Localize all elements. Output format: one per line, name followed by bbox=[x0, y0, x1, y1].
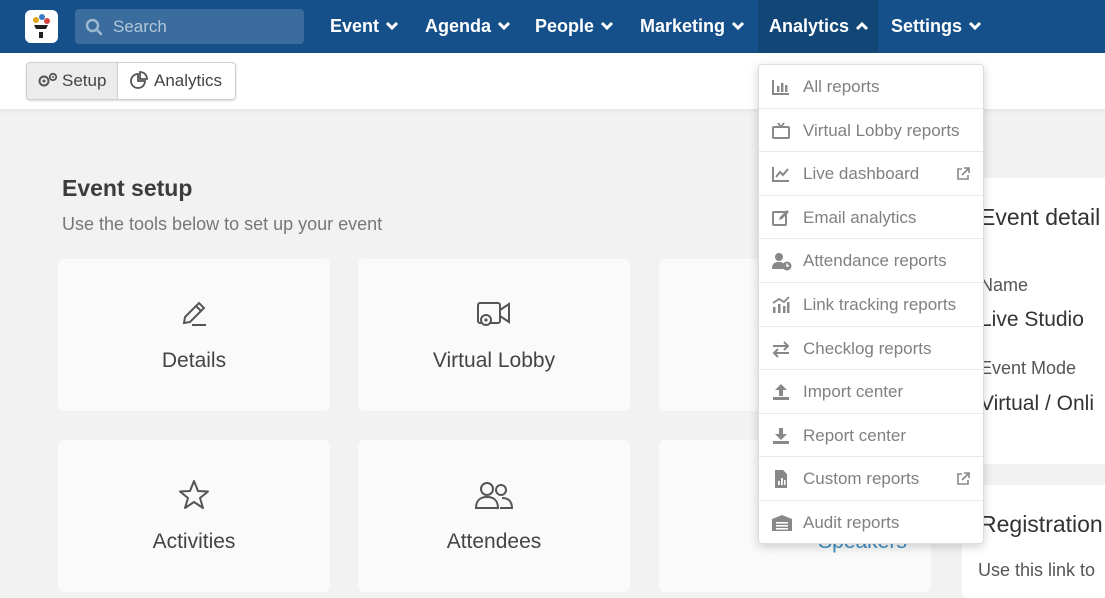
view-toggle: Setup Analytics bbox=[26, 62, 236, 100]
chevron-down-icon bbox=[600, 21, 614, 30]
menu-item-audit-reports[interactable]: Audit reports bbox=[759, 501, 983, 545]
edit-icon bbox=[771, 208, 791, 228]
search-icon bbox=[85, 18, 103, 41]
chart-line-bars-icon bbox=[771, 295, 791, 315]
chevron-down-icon bbox=[731, 21, 745, 30]
name-label: Name bbox=[980, 275, 1029, 295]
download-icon bbox=[771, 426, 791, 446]
menu-item-attendance-reports[interactable]: Attendance reports bbox=[759, 239, 983, 283]
nav-agenda-label: Agenda bbox=[425, 16, 492, 36]
app-logo[interactable] bbox=[25, 10, 58, 43]
nav-event-label: Event bbox=[330, 16, 380, 36]
menu-item-email-analytics[interactable]: Email analytics bbox=[759, 196, 983, 240]
nav-people[interactable]: People bbox=[535, 0, 614, 53]
registration-text: Use this link to bbox=[978, 560, 1096, 580]
menu-item-label: Checklog reports bbox=[803, 338, 932, 358]
analytics-tab[interactable]: Analytics bbox=[119, 63, 235, 99]
section-subtitle: Use the tools below to set up your event bbox=[62, 214, 383, 234]
nav-agenda[interactable]: Agenda bbox=[425, 0, 511, 53]
tv-icon bbox=[771, 121, 791, 141]
menu-item-live-dashboard[interactable]: Live dashboard bbox=[759, 152, 983, 196]
event-mode-value: Virtual / Onli bbox=[980, 392, 1094, 415]
details-card-label: Details bbox=[161, 349, 227, 372]
warehouse-icon bbox=[771, 513, 792, 533]
activities-card[interactable]: Activities bbox=[58, 440, 330, 592]
search-input[interactable] bbox=[113, 9, 298, 44]
chevron-up-icon bbox=[855, 21, 869, 30]
bar-chart-icon bbox=[771, 77, 791, 97]
users-icon bbox=[358, 478, 630, 514]
pie-chart-icon bbox=[130, 71, 148, 89]
nav-settings-label: Settings bbox=[891, 16, 963, 36]
attendees-card[interactable]: Attendees bbox=[358, 440, 630, 592]
menu-item-checklog-reports[interactable]: Checklog reports bbox=[759, 327, 983, 371]
line-chart-icon bbox=[771, 164, 791, 184]
gears-icon bbox=[38, 72, 58, 87]
nav-people-label: People bbox=[535, 16, 595, 36]
nav-analytics[interactable]: Analytics bbox=[758, 0, 878, 53]
menu-item-virtual-lobby-reports[interactable]: Virtual Lobby reports bbox=[759, 109, 983, 153]
details-card[interactable]: Details bbox=[58, 259, 330, 411]
setup-tab-label: Setup bbox=[62, 71, 107, 90]
name-value: Live Studio bbox=[980, 308, 1084, 331]
chevron-down-icon bbox=[385, 21, 399, 30]
menu-item-custom-reports[interactable]: Custom reports bbox=[759, 457, 983, 501]
event-details-title: Event detail bbox=[980, 204, 1101, 230]
chevron-down-icon bbox=[968, 21, 982, 30]
nav-settings[interactable]: Settings bbox=[891, 0, 982, 53]
star-icon bbox=[58, 478, 330, 514]
section-title: Event setup bbox=[62, 175, 193, 201]
menu-item-label: Import center bbox=[803, 382, 904, 402]
chevron-down-icon bbox=[497, 21, 511, 30]
menu-item-import-center[interactable]: Import center bbox=[759, 370, 983, 414]
analytics-dropdown-menu: All reports Virtual Lobby reports Live d… bbox=[758, 64, 984, 544]
nav-analytics-label: Analytics bbox=[769, 16, 850, 36]
top-navigation-bar: Event Agenda People Marketing Analytics … bbox=[0, 0, 1105, 53]
menu-item-label: Email analytics bbox=[803, 207, 917, 227]
video-camera-gear-icon bbox=[358, 297, 630, 333]
nav-event[interactable]: Event bbox=[330, 0, 399, 53]
registration-title: Registration bbox=[980, 511, 1103, 537]
virtual-lobby-card[interactable]: Virtual Lobby bbox=[358, 259, 630, 411]
exchange-arrows-icon bbox=[771, 339, 791, 359]
menu-item-label: Live dashboard bbox=[803, 164, 920, 184]
logo-icon bbox=[33, 14, 50, 38]
menu-item-label: Virtual Lobby reports bbox=[803, 120, 960, 140]
menu-item-all-reports[interactable]: All reports bbox=[759, 65, 983, 109]
menu-item-link-tracking-reports[interactable]: Link tracking reports bbox=[759, 283, 983, 327]
user-clock-icon bbox=[771, 251, 792, 271]
external-link-icon bbox=[956, 166, 970, 186]
analytics-tab-label: Analytics bbox=[154, 71, 223, 90]
nav-marketing[interactable]: Marketing bbox=[640, 0, 745, 53]
menu-item-label: All reports bbox=[803, 77, 880, 96]
file-chart-icon bbox=[771, 469, 791, 489]
menu-item-report-center[interactable]: Report center bbox=[759, 414, 983, 458]
setup-tab[interactable]: Setup bbox=[27, 63, 118, 99]
activities-card-label: Activities bbox=[152, 530, 236, 553]
attendees-card-label: Attendees bbox=[446, 530, 542, 553]
event-mode-label: Event Mode bbox=[980, 358, 1077, 378]
upload-icon bbox=[771, 382, 791, 402]
search-box bbox=[75, 9, 304, 44]
nav-marketing-label: Marketing bbox=[640, 16, 726, 36]
menu-item-label: Custom reports bbox=[803, 469, 920, 489]
menu-item-label: Attendance reports bbox=[803, 251, 947, 271]
menu-item-label: Report center bbox=[803, 425, 906, 445]
external-link-icon bbox=[956, 471, 970, 491]
virtual-lobby-card-label: Virtual Lobby bbox=[432, 349, 556, 372]
pencil-icon bbox=[58, 297, 330, 333]
menu-item-label: Link tracking reports bbox=[803, 295, 957, 314]
menu-item-label: Audit reports bbox=[803, 513, 900, 532]
